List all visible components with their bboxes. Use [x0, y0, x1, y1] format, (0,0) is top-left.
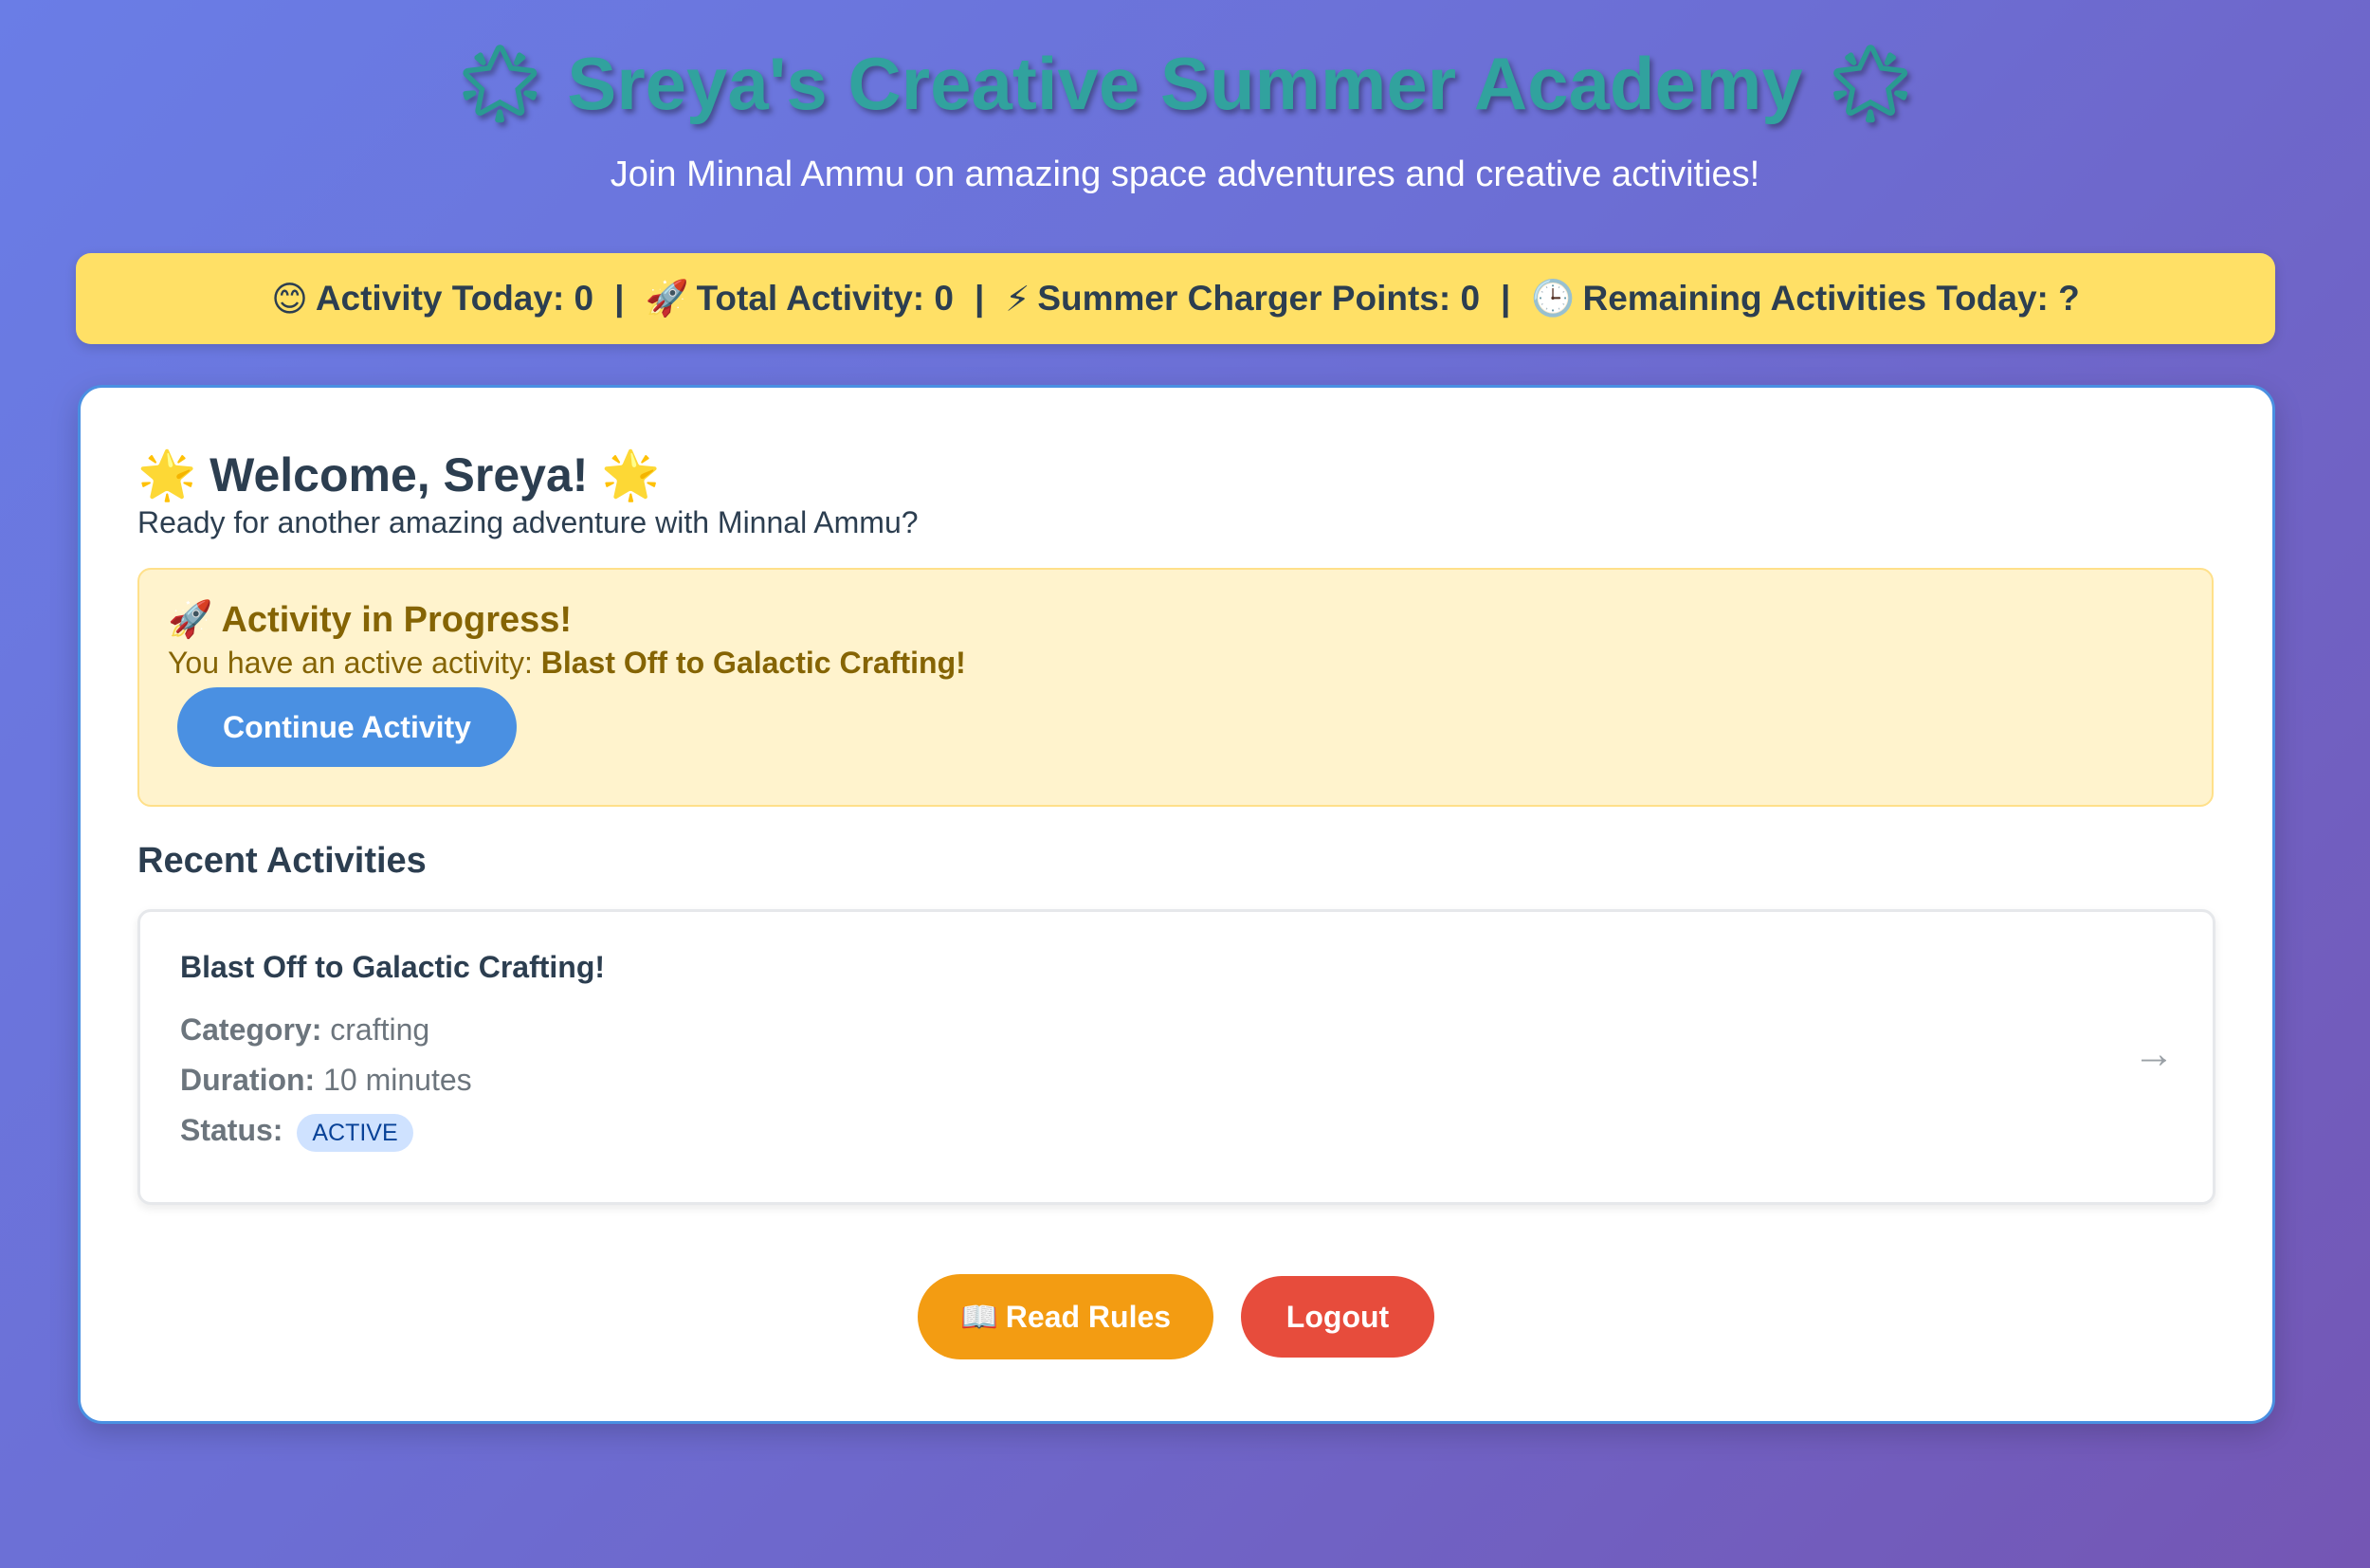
glowing-star-icon: 🌟 [601, 448, 661, 501]
duration-label: Duration: [180, 1063, 316, 1097]
in-progress-title: 🚀 Activity in Progress! [168, 598, 572, 642]
category-value: crafting [330, 1012, 430, 1047]
stats-separator: | [1501, 279, 1511, 318]
duration-value: 10 minutes [323, 1063, 472, 1097]
site-title: 🌟︎ Sreya's Creative Summer Academy 🌟︎ [0, 36, 2370, 131]
in-progress-text-prefix: You have an active activity: [168, 646, 533, 680]
rocket-icon: 🚀 [168, 600, 213, 640]
in-progress-text: You have an active activity: Blast Off t… [168, 644, 966, 682]
in-progress-title-text: Activity in Progress! [221, 600, 573, 640]
star-icon: 🌟︎ [1823, 42, 1918, 125]
rocket-icon: 🚀 [645, 278, 689, 318]
site-subtitle: Join Minnal Ammu on amazing space advent… [610, 155, 1760, 194]
activity-category-row: Category: crafting [180, 1011, 429, 1048]
activity-card[interactable]: Blast Off to Galactic Crafting! Category… [137, 909, 2215, 1205]
clock-icon: 🕒 [1531, 278, 1576, 318]
welcome-title: 🌟 Welcome, Sreya! 🌟 [137, 445, 661, 505]
in-progress-activity-name: Blast Off to Galactic Crafting! [540, 646, 966, 680]
read-rules-label: Read Rules [1005, 1299, 1172, 1334]
star-icon: 🌟︎ [452, 42, 547, 125]
logout-button[interactable]: Logout [1241, 1276, 1434, 1358]
activity-card-title: Blast Off to Galactic Crafting! [180, 950, 606, 984]
glowing-star-icon: 🌟 [137, 448, 197, 501]
category-label: Category: [180, 1012, 322, 1047]
status-label: Status: [180, 1113, 283, 1147]
total-activity-stat: Total Activity: 0 [696, 279, 954, 318]
site-title-text: Sreya's Creative Summer Academy [567, 42, 1803, 125]
lightning-icon: ⚡ [1005, 279, 1030, 319]
activity-today-stat: Activity Today: 0 [315, 279, 594, 318]
activity-duration-row: Duration: 10 minutes [180, 1061, 472, 1099]
book-icon: 📖 [959, 1300, 998, 1334]
status-badge: ACTIVE [297, 1113, 413, 1152]
stats-bar: 😊 Activity Today: 0 | 🚀 Total Activity: … [76, 253, 2275, 344]
recent-activities-heading: Recent Activities [137, 841, 427, 881]
continue-activity-button[interactable]: Continue Activity [177, 687, 517, 767]
stats-separator: | [614, 279, 625, 318]
activity-in-progress-panel: 🚀 Activity in Progress! You have an acti… [137, 568, 2214, 807]
activity-status-row: Status: ACTIVE [180, 1111, 413, 1152]
main-card: 🌟 Welcome, Sreya! 🌟 Ready for another am… [78, 385, 2275, 1424]
charger-points-stat: Summer Charger Points: 0 [1037, 279, 1481, 318]
smiley-icon: 😊 [271, 279, 308, 319]
remaining-activities-stat: Remaining Activities Today: ? [1582, 279, 2080, 318]
stats-separator: | [974, 279, 985, 318]
arrow-right-icon[interactable]: → [2133, 1033, 2175, 1075]
read-rules-button[interactable]: 📖 Read Rules [918, 1274, 1213, 1359]
welcome-title-text: Welcome, Sreya! [210, 448, 589, 501]
welcome-subtitle: Ready for another amazing adventure with… [137, 505, 919, 539]
